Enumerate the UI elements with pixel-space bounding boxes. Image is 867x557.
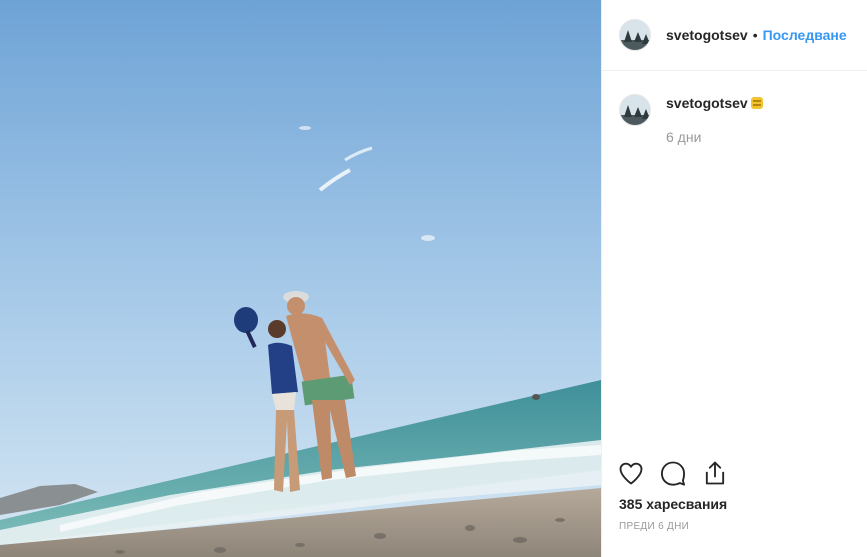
caption-comment: svetogotsev 6 дни [619,94,859,145]
instagram-post: svetogotsev • Последване svetogotsev 6 д… [0,0,867,557]
likes-count[interactable]: 385 харесвания [619,496,727,512]
caption-time[interactable]: 6 дни [666,129,763,145]
caption-meta: svetogotsev 6 дни [666,94,763,145]
post-header: svetogotsev • Последване [602,0,867,71]
follow-button[interactable]: Последване [763,27,847,43]
action-bar [617,459,729,487]
heart-icon[interactable] [617,459,645,487]
beach-photo [0,0,601,557]
comment-bubble-icon[interactable] [659,459,687,487]
caption-username[interactable]: svetogotsev [666,95,748,111]
post-photo[interactable] [0,0,601,557]
header-username[interactable]: svetogotsev [666,27,748,43]
caption-line: svetogotsev [666,94,763,113]
separator-dot: • [752,27,758,43]
caption-avatar[interactable] [619,94,651,126]
avatar[interactable] [619,19,651,51]
share-icon[interactable] [701,459,729,487]
post-sidebar: svetogotsev • Последване svetogotsev 6 д… [601,0,867,557]
avatar-image [620,20,650,50]
post-timestamp[interactable]: ПРЕДИ 6 ДНИ [619,521,689,532]
flag-emoji-icon [750,97,763,109]
avatar-image [620,95,650,125]
